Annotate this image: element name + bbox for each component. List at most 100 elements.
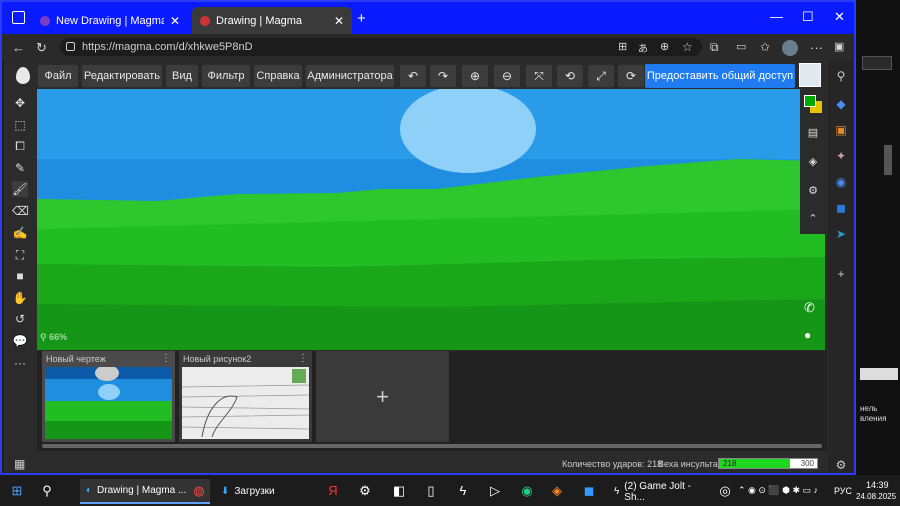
magma-logo-icon[interactable] <box>16 67 30 84</box>
shape-tool-icon[interactable]: ■ <box>12 268 28 284</box>
desktop-scrollbar[interactable] <box>884 145 892 175</box>
eyedropper-tool-icon[interactable]: ✎ <box>12 160 28 176</box>
media-icon[interactable]: ▷ <box>486 482 504 500</box>
menu-edit[interactable]: Редактировать <box>82 65 162 87</box>
more-tools-icon[interactable]: ··· <box>12 355 28 371</box>
translate-icon[interactable]: あ <box>638 40 648 55</box>
document-card[interactable]: Новый чертеж ⋮ <box>42 351 175 442</box>
transform-tool-icon[interactable]: ⧠ <box>12 138 28 154</box>
apps-icon[interactable]: ⊞ <box>618 40 627 53</box>
url-field[interactable]: https://magma.com/d/xhkwe5P8nD <box>60 38 702 56</box>
fit-screen-icon[interactable]: ⤧ <box>526 65 552 87</box>
menu-view[interactable]: Вид <box>166 65 198 87</box>
eraser-tool-icon[interactable]: ⌫ <box>12 203 29 219</box>
collapse-chevron-icon[interactable]: ⌃ <box>805 211 821 227</box>
documents-scrollbar[interactable] <box>42 444 822 448</box>
primary-color-swatch[interactable] <box>804 95 816 107</box>
tools-icon[interactable]: ✦ <box>833 148 849 164</box>
steam-icon[interactable]: ◎ <box>716 482 734 500</box>
hand-tool-icon[interactable]: ✋ <box>12 290 28 306</box>
file-icon[interactable]: ▯ <box>422 482 440 500</box>
sidebar-toggle-icon[interactable]: ▣ <box>834 40 844 53</box>
add-sidebar-icon[interactable]: + <box>833 266 849 282</box>
desktop-search-field[interactable] <box>862 56 892 70</box>
tab-close-icon[interactable]: ✕ <box>334 14 344 28</box>
rotate-icon[interactable]: ⟲ <box>557 65 583 87</box>
document-menu-icon[interactable]: ⋮ <box>298 353 308 364</box>
app3-icon[interactable]: ◼ <box>580 482 598 500</box>
roblox-icon[interactable]: ◧ <box>390 482 408 500</box>
split-screen-icon[interactable]: ▭ <box>736 40 746 53</box>
layers-icon[interactable]: ◈ <box>805 154 821 170</box>
drawing-canvas[interactable] <box>37 89 825 350</box>
zoom-out-icon[interactable]: ⊖ <box>494 65 520 87</box>
taskbar-app-downloads[interactable]: ⬇ Загрузки <box>215 479 310 504</box>
filmstrip-icon[interactable]: ▦ <box>14 457 25 471</box>
extensions-icon[interactable]: ⧉ <box>710 40 719 55</box>
settings-app-icon[interactable]: ⚙ <box>356 482 374 500</box>
reset-view-icon[interactable]: ⟳ <box>618 65 644 87</box>
gamejolt-icon[interactable]: ϟ <box>454 482 472 500</box>
fill-tool-icon[interactable]: ⛶ <box>12 247 28 263</box>
phone-icon[interactable]: ✆ <box>804 300 815 316</box>
share-button[interactable]: Предоставить общий доступ ➦ <box>645 64 795 106</box>
settings-icon[interactable]: ⚙ <box>805 183 821 199</box>
search-icon[interactable]: ⚲ <box>833 68 849 84</box>
clock-time[interactable]: 14:39 <box>866 480 889 490</box>
document-menu-icon[interactable]: ⋮ <box>161 353 171 364</box>
tab-actions-icon[interactable] <box>12 11 25 24</box>
document-thumbnail <box>45 367 172 439</box>
undo-icon[interactable]: ↶ <box>400 65 426 87</box>
site-info-icon[interactable] <box>66 42 75 51</box>
rotate-view-tool-icon[interactable]: ↺ <box>12 311 28 327</box>
taskbar-app-gamejolt[interactable]: ϟ (2) Game Jolt - Sh... <box>608 479 710 504</box>
taskbar-search-icon[interactable]: ⚲ <box>38 482 56 500</box>
comment-tool-icon[interactable]: 💬 <box>12 333 28 349</box>
sidebar-settings-icon[interactable]: ⚙ <box>833 457 849 473</box>
reload-icon[interactable]: ↻ <box>36 40 47 56</box>
tab-drawing[interactable]: Drawing | Magma ✕ <box>192 7 352 34</box>
more-icon[interactable]: ··· <box>810 40 823 55</box>
menu-filter[interactable]: Фильтр <box>202 65 250 87</box>
app-icon[interactable]: ◉ <box>518 482 536 500</box>
shopping-icon[interactable]: ▣ <box>833 122 849 138</box>
tag-icon[interactable]: ◆ <box>833 96 849 112</box>
brush-tool-icon[interactable]: 🖌 <box>12 181 28 197</box>
back-icon[interactable]: ← <box>12 40 25 55</box>
language-indicator[interactable]: РУС <box>834 486 852 496</box>
fullscreen-icon[interactable]: ⤢ <box>588 65 614 87</box>
games-icon[interactable]: ◉ <box>833 174 849 190</box>
favorite-star-icon[interactable]: ☆ <box>682 40 693 54</box>
maximize-button[interactable]: ☐ <box>802 9 814 25</box>
user-avatar[interactable] <box>799 63 821 87</box>
chrome-icon[interactable]: ◍ <box>190 482 208 500</box>
yandex-icon[interactable]: Я <box>324 482 342 500</box>
add-document-button[interactable]: + <box>316 351 449 442</box>
close-window-button[interactable]: ✕ <box>834 9 845 25</box>
profile-avatar[interactable] <box>782 40 798 56</box>
move-tool-icon[interactable]: ✥ <box>12 95 28 111</box>
chat-icon[interactable]: ● <box>804 328 811 342</box>
windows-start-icon[interactable]: ⊞ <box>8 482 26 500</box>
app2-icon[interactable]: ◈ <box>548 482 566 500</box>
smudge-tool-icon[interactable]: ✍ <box>12 225 28 241</box>
selection-tool-icon[interactable]: ⬚ <box>12 117 28 133</box>
new-tab-button[interactable]: + <box>357 10 366 27</box>
brush-settings-icon[interactable]: ▤ <box>805 125 821 141</box>
zoom-icon[interactable]: ⊕ <box>660 40 669 53</box>
tab-close-icon[interactable]: ✕ <box>170 14 180 28</box>
zoom-in-icon[interactable]: ⊕ <box>462 65 488 87</box>
redo-icon[interactable]: ↷ <box>430 65 456 87</box>
menu-help[interactable]: Справка <box>254 65 302 87</box>
send-icon[interactable]: ➤ <box>833 226 849 242</box>
menu-file[interactable]: Файл <box>38 65 78 87</box>
document-card[interactable]: Новый рисунок2 ⋮ <box>179 351 312 442</box>
menu-admin[interactable]: Администратора <box>306 65 394 87</box>
clock-date[interactable]: 24.08.2025 <box>856 492 896 501</box>
tab-new-drawing[interactable]: New Drawing | Magma - The bro ✕ <box>32 7 188 34</box>
favorites-icon[interactable]: ✩ <box>760 40 770 54</box>
browser-window: New Drawing | Magma - The bro ✕ Drawing … <box>0 0 856 475</box>
tray-icons[interactable]: ⌃ ◉ ⊙ ⬛ ⬢ ✱ ▭ ♪ <box>738 485 818 496</box>
minimize-button[interactable]: — <box>770 9 783 24</box>
outlook-icon[interactable]: ◼ <box>833 200 849 216</box>
